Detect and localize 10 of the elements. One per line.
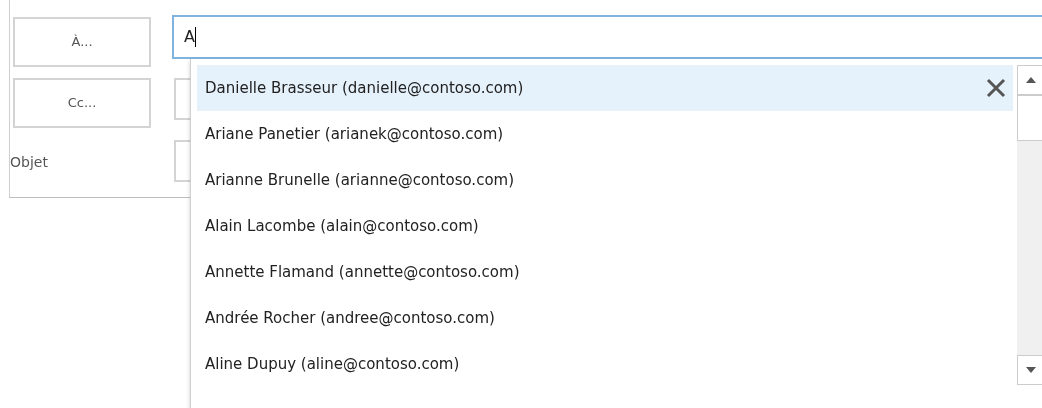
scrollbar[interactable] (1017, 65, 1042, 385)
recipient-button[interactable]: À... (13, 17, 151, 67)
close-icon[interactable] (985, 77, 1007, 99)
recipient-button[interactable]: Cc... (13, 78, 151, 128)
suggestion-item[interactable]: Danielle Brasseur (danielle@contoso.com) (197, 65, 1013, 111)
scroll-up-icon[interactable] (1017, 65, 1042, 95)
subject-label: Objet (10, 153, 48, 172)
to-field[interactable]: A (172, 15, 1042, 59)
scroll-down-icon[interactable] (1017, 355, 1042, 385)
scroll-thumb[interactable] (1017, 95, 1042, 141)
